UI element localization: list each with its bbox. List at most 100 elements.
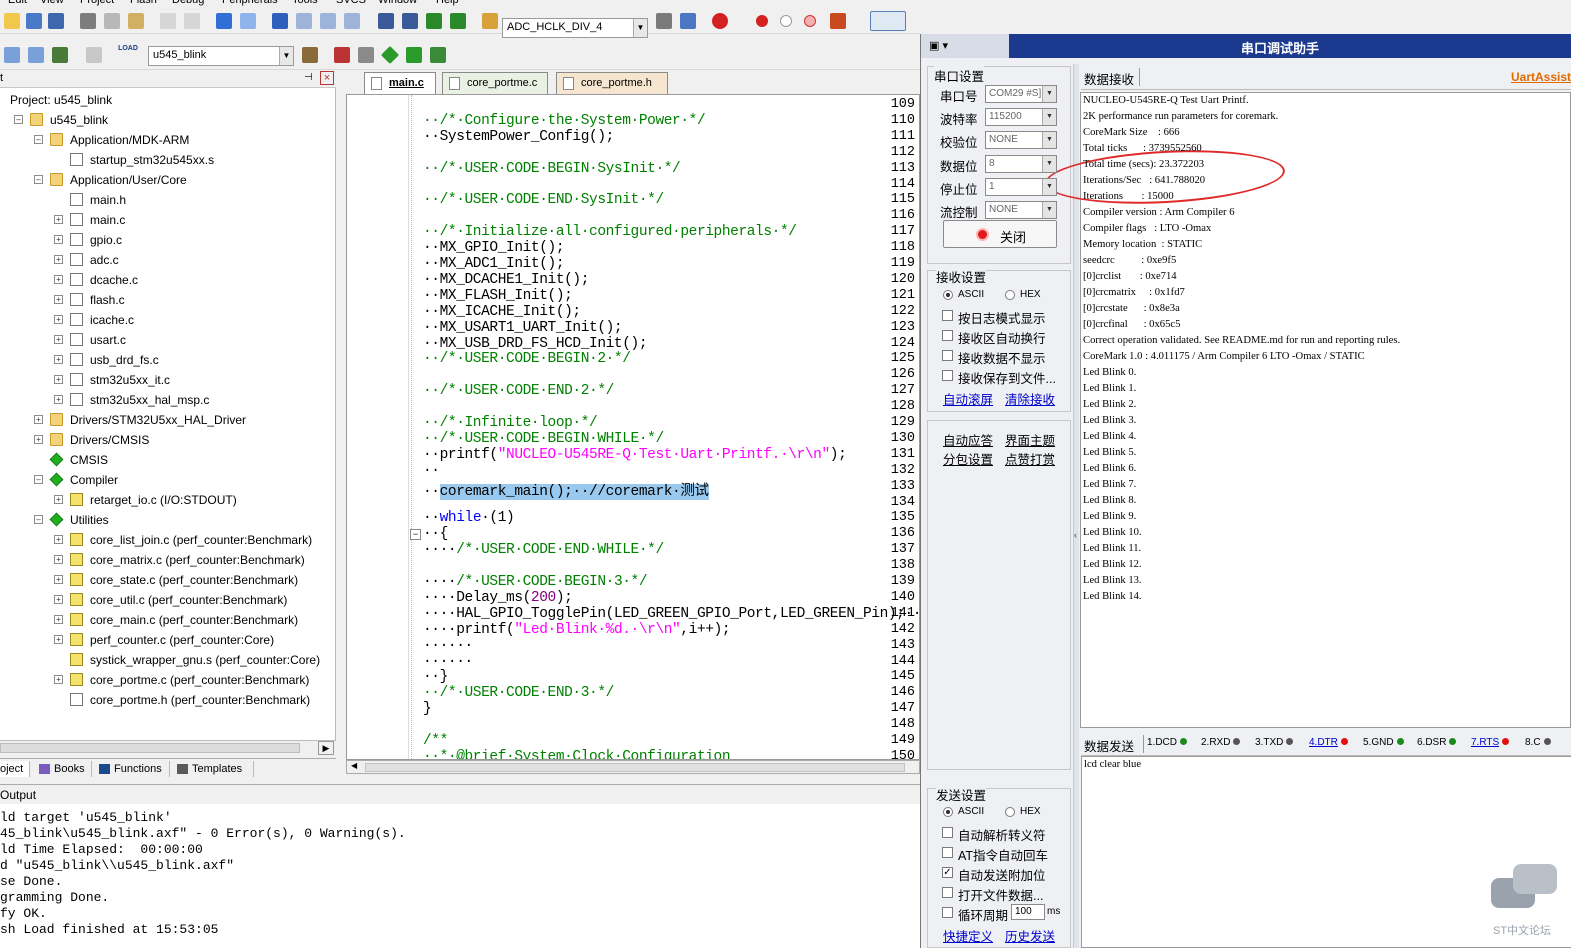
field-select-4[interactable]: 1 ▼ — [985, 177, 1057, 196]
expand-icon[interactable]: – — [14, 115, 23, 124]
options-for-target-icon[interactable] — [302, 47, 318, 63]
recv-hex-radio[interactable] — [1005, 290, 1015, 300]
expand-icon[interactable]: + — [54, 535, 63, 544]
tree-item[interactable]: main.h — [0, 190, 335, 210]
window-layout-icon[interactable] — [870, 11, 906, 31]
project-tab-0[interactable]: oject — [0, 761, 30, 777]
expand-icon[interactable]: + — [54, 255, 63, 264]
target-combo[interactable]: ADC_HCLK_DIV_4 ▼ — [502, 18, 648, 38]
tree-item[interactable]: – u545_blink — [0, 110, 335, 130]
tree-item[interactable]: systick_wrapper_gnu.s (perf_counter:Core… — [0, 650, 335, 670]
tree-item[interactable]: + usb_drd_fs.c — [0, 350, 335, 370]
project-tab-2[interactable]: Functions — [96, 761, 170, 777]
pin-indicator[interactable]: 3.TXD — [1255, 737, 1294, 748]
expand-icon[interactable]: + — [54, 675, 63, 684]
tree-item[interactable]: + perf_counter.c (perf_counter:Core) — [0, 630, 335, 650]
expand-icon[interactable]: – — [34, 515, 43, 524]
editor-tab-0[interactable]: main.c — [364, 72, 436, 94]
checkbox[interactable] — [942, 310, 953, 321]
manage-project-icon[interactable] — [334, 47, 350, 63]
file-extensions-icon[interactable] — [358, 47, 374, 63]
paste-icon[interactable] — [128, 13, 144, 29]
bookmark-icon[interactable] — [272, 13, 288, 29]
tree-item[interactable]: + core_state.c (perf_counter:Benchmark) — [0, 570, 335, 590]
field-select-3[interactable]: 8 ▼ — [985, 154, 1057, 173]
tree-item[interactable]: startup_stm32u545xx.s — [0, 150, 335, 170]
tree-item[interactable]: core_portme.h (perf_counter:Benchmark) — [0, 690, 335, 710]
expand-icon[interactable]: + — [54, 575, 63, 584]
prev-bookmark-icon[interactable] — [296, 13, 312, 29]
menu-item-1[interactable]: View — [40, 0, 64, 6]
pin-indicator[interactable]: 2.RXD — [1201, 737, 1241, 748]
tree-item[interactable]: + core_matrix.c (perf_counter:Benchmark) — [0, 550, 335, 570]
tree-hscrollbar[interactable]: ▶ — [0, 740, 336, 756]
send-hex-radio[interactable] — [1005, 807, 1015, 817]
find-in-files-icon[interactable] — [482, 13, 498, 29]
pin-icon[interactable]: ⊣ — [304, 72, 313, 83]
tip-link[interactable]: 点赞打赏 — [1005, 449, 1055, 468]
tree-item[interactable]: + core_main.c (perf_counter:Benchmark) — [0, 610, 335, 630]
tree-item[interactable]: + Drivers/STM32U5xx_HAL_Driver — [0, 410, 335, 430]
field-select-1[interactable]: 115200 ▼ — [985, 108, 1057, 127]
rebuild-icon[interactable] — [52, 47, 68, 63]
redo-icon[interactable] — [184, 13, 200, 29]
tree-item[interactable]: + dcache.c — [0, 270, 335, 290]
unindent-icon[interactable] — [402, 13, 418, 29]
pin-indicator[interactable]: 6.DSR — [1417, 737, 1457, 748]
expand-icon[interactable]: + — [54, 555, 63, 564]
send-ascii-radio[interactable] — [943, 807, 953, 817]
editor-tab-1[interactable]: core_portme.c — [442, 72, 548, 94]
pin-indicator[interactable]: 5.GND — [1363, 737, 1404, 748]
scroll-right-icon[interactable]: ▶ — [318, 741, 334, 755]
expand-icon[interactable]: – — [34, 475, 43, 484]
menu-item-4[interactable]: Debug — [172, 0, 204, 6]
collapse-arrow-icon[interactable]: ‹ — [1074, 530, 1077, 540]
scroll-thumb[interactable] — [0, 743, 300, 753]
pack-installer-icon[interactable] — [430, 47, 446, 63]
field-select-5[interactable]: NONE ▼ — [985, 201, 1057, 219]
menu-item-6[interactable]: Tools — [292, 0, 318, 6]
expand-icon[interactable]: + — [34, 435, 43, 444]
tree-item[interactable]: + retarget_io.c (I/O:STDOUT) — [0, 490, 335, 510]
menu-item-3[interactable]: Flash — [130, 0, 157, 6]
fold-collapse-icon[interactable]: − — [410, 529, 421, 540]
comment-icon[interactable] — [426, 13, 442, 29]
load-icon[interactable]: LOAD — [118, 45, 138, 65]
expand-icon[interactable]: + — [54, 355, 63, 364]
select-packs-icon[interactable] — [406, 47, 422, 63]
new-file-icon[interactable] — [4, 13, 20, 29]
menu-item-5[interactable]: Peripherals — [222, 0, 278, 6]
auto-reply-link[interactable]: 自动应答 — [943, 430, 993, 449]
checkbox[interactable] — [942, 330, 953, 341]
checkbox[interactable] — [942, 370, 953, 381]
indent-icon[interactable] — [378, 13, 394, 29]
uncomment-icon[interactable] — [450, 13, 466, 29]
copy-icon[interactable] — [104, 13, 120, 29]
breakpoint-icon[interactable] — [756, 15, 768, 27]
editor-hscrollbar[interactable]: ◀ — [346, 760, 920, 774]
expand-icon[interactable]: + — [54, 215, 63, 224]
tree-item[interactable]: + usart.c — [0, 330, 335, 350]
translate-icon[interactable] — [4, 47, 20, 63]
tree-item[interactable]: + core_util.c (perf_counter:Benchmark) — [0, 590, 335, 610]
auto-scroll-link[interactable]: 自动滚屏 — [943, 389, 993, 408]
field-select-2[interactable]: NONE ▼ — [985, 131, 1057, 150]
expand-icon[interactable]: + — [54, 315, 63, 324]
scroll-left-icon[interactable]: ◀ — [351, 761, 357, 770]
menu-item-7[interactable]: SVCS — [336, 0, 366, 6]
app-menu[interactable]: ▣ ▾ — [921, 34, 1009, 58]
stop-build-icon[interactable] — [86, 47, 102, 63]
save-icon[interactable] — [26, 13, 42, 29]
project-tab-3[interactable]: Templates — [174, 761, 254, 777]
tree-item[interactable]: – Application/MDK-ARM — [0, 130, 335, 150]
tree-item[interactable]: – Application/User/Core — [0, 170, 335, 190]
expand-icon[interactable]: – — [34, 175, 43, 184]
expand-icon[interactable]: + — [54, 395, 63, 404]
pin-indicator[interactable]: 7.RTS — [1471, 737, 1510, 748]
manage-rte-icon[interactable] — [380, 45, 400, 65]
period-input[interactable]: 100 — [1011, 904, 1045, 920]
next-bookmark-icon[interactable] — [320, 13, 336, 29]
menu-item-9[interactable]: Help — [436, 0, 459, 6]
pin-indicator[interactable]: 8.C — [1525, 737, 1551, 748]
expand-icon[interactable]: + — [54, 335, 63, 344]
